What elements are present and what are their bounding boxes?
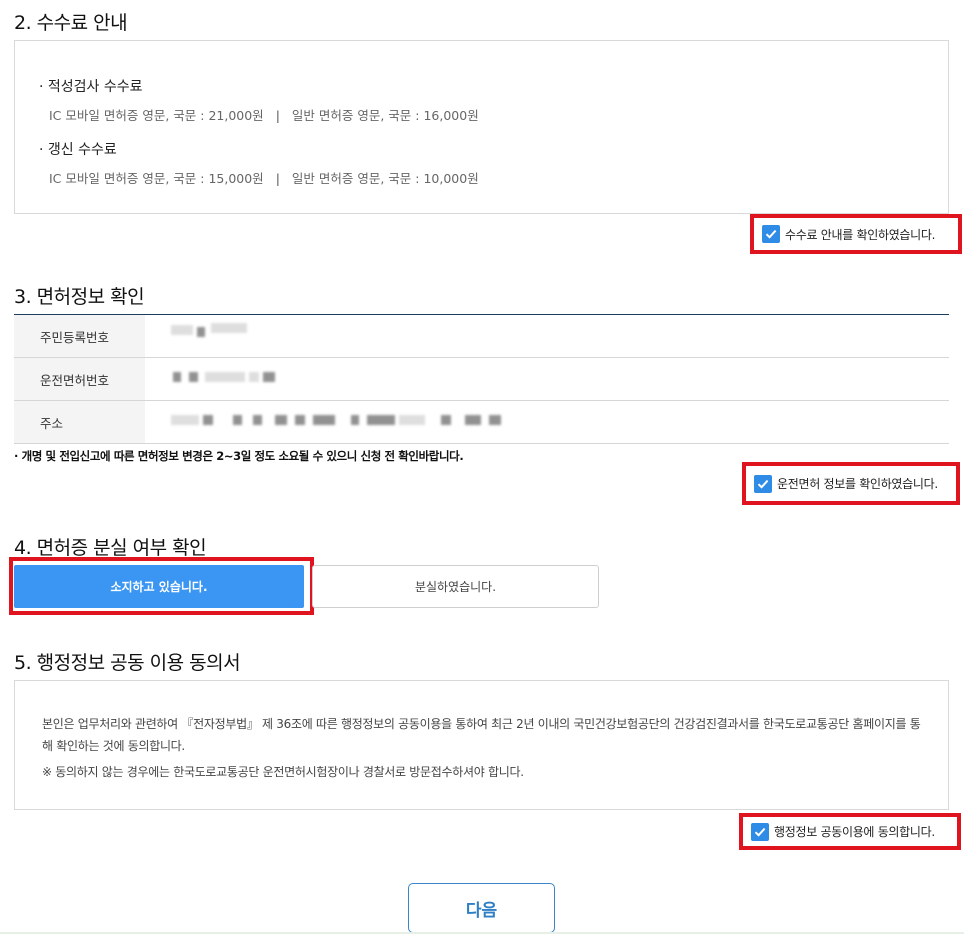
consent-box: 본인은 업무처리와 관련하여 『전자정부법』 제 36조에 따른 행정정보의 공… (14, 680, 949, 810)
license-heading: 3. 면허정보 확인 (14, 286, 145, 308)
fee-separator: | (275, 108, 280, 123)
fee-confirm-checkbox[interactable]: 수수료 안내를 확인하였습니다. (750, 214, 962, 254)
table-row: 운전면허번호 (14, 358, 949, 401)
fee-separator: | (275, 171, 280, 186)
address-value-masked (145, 401, 949, 443)
resident-number-label: 주민등록번호 (14, 315, 145, 357)
license-number-label: 운전면허번호 (14, 358, 145, 400)
consent-label: 행정정보 공동이용에 동의합니다. (774, 825, 935, 839)
checkbox-checked-icon[interactable] (762, 225, 780, 243)
fee-confirm-label: 수수료 안내를 확인하였습니다. (785, 227, 936, 242)
aptitude-ic-fee: IC 모바일 면허증 영문, 국문 : 21,000원 (49, 108, 264, 123)
license-change-notice: · 개명 및 전입신고에 따른 면허정보 변경은 2~3일 정도 소요될 수 있… (14, 449, 464, 463)
consent-body: 본인은 업무처리와 관련하여 『전자정부법』 제 36조에 따른 행정정보의 공… (42, 717, 921, 753)
next-button[interactable]: 다음 (408, 883, 555, 933)
checkbox-checked-icon[interactable] (754, 474, 772, 493)
consent-heading: 5. 행정정보 공동 이용 동의서 (14, 652, 241, 674)
license-info-table: 주민등록번호 운전면허번호 주소 (14, 314, 949, 444)
renewal-fee-title: · 갱신 수수료 (39, 142, 117, 158)
license-confirm-checkbox[interactable]: 운전면허 정보를 확인하였습니다. (742, 462, 960, 505)
table-row: 주민등록번호 (14, 315, 949, 358)
consent-checkbox[interactable]: 행정정보 공동이용에 동의합니다. (739, 813, 961, 850)
fee-heading: 2. 수수료 안내 (14, 12, 128, 34)
license-confirm-label: 운전면허 정보를 확인하였습니다. (777, 477, 938, 491)
resident-number-value-masked (145, 315, 949, 357)
lost-license-button[interactable]: 분실하였습니다. (312, 565, 599, 608)
license-number-value-masked (145, 358, 949, 400)
aptitude-fee-line: IC 모바일 면허증 영문, 국문 : 21,000원 | 일반 면허증 영문, 국… (49, 105, 479, 124)
renewal-fee-line: IC 모바일 면허증 영문, 국문 : 15,000원 | 일반 면허증 영문, 국… (49, 168, 479, 187)
address-label: 주소 (14, 401, 145, 443)
renewal-ic-fee: IC 모바일 면허증 영문, 국문 : 15,000원 (49, 171, 264, 186)
have-license-button[interactable]: 소지하고 있습니다. (14, 565, 304, 608)
checkbox-checked-icon[interactable] (751, 822, 769, 841)
aptitude-general-fee: 일반 면허증 영문, 국문 : 16,000원 (291, 108, 479, 123)
loss-heading: 4. 면허증 분실 여부 확인 (14, 537, 207, 559)
consent-note: ※ 동의하지 않는 경우에는 한국도로교통공단 운전면허시험장이나 경찰서로 방… (42, 765, 524, 779)
aptitude-fee-title: · 적성검사 수수료 (39, 79, 143, 95)
fee-info-box: · 적성검사 수수료 IC 모바일 면허증 영문, 국문 : 21,000원 | 일… (14, 40, 949, 214)
table-row: 주소 (14, 401, 949, 444)
renewal-general-fee: 일반 면허증 영문, 국문 : 10,000원 (291, 171, 479, 186)
